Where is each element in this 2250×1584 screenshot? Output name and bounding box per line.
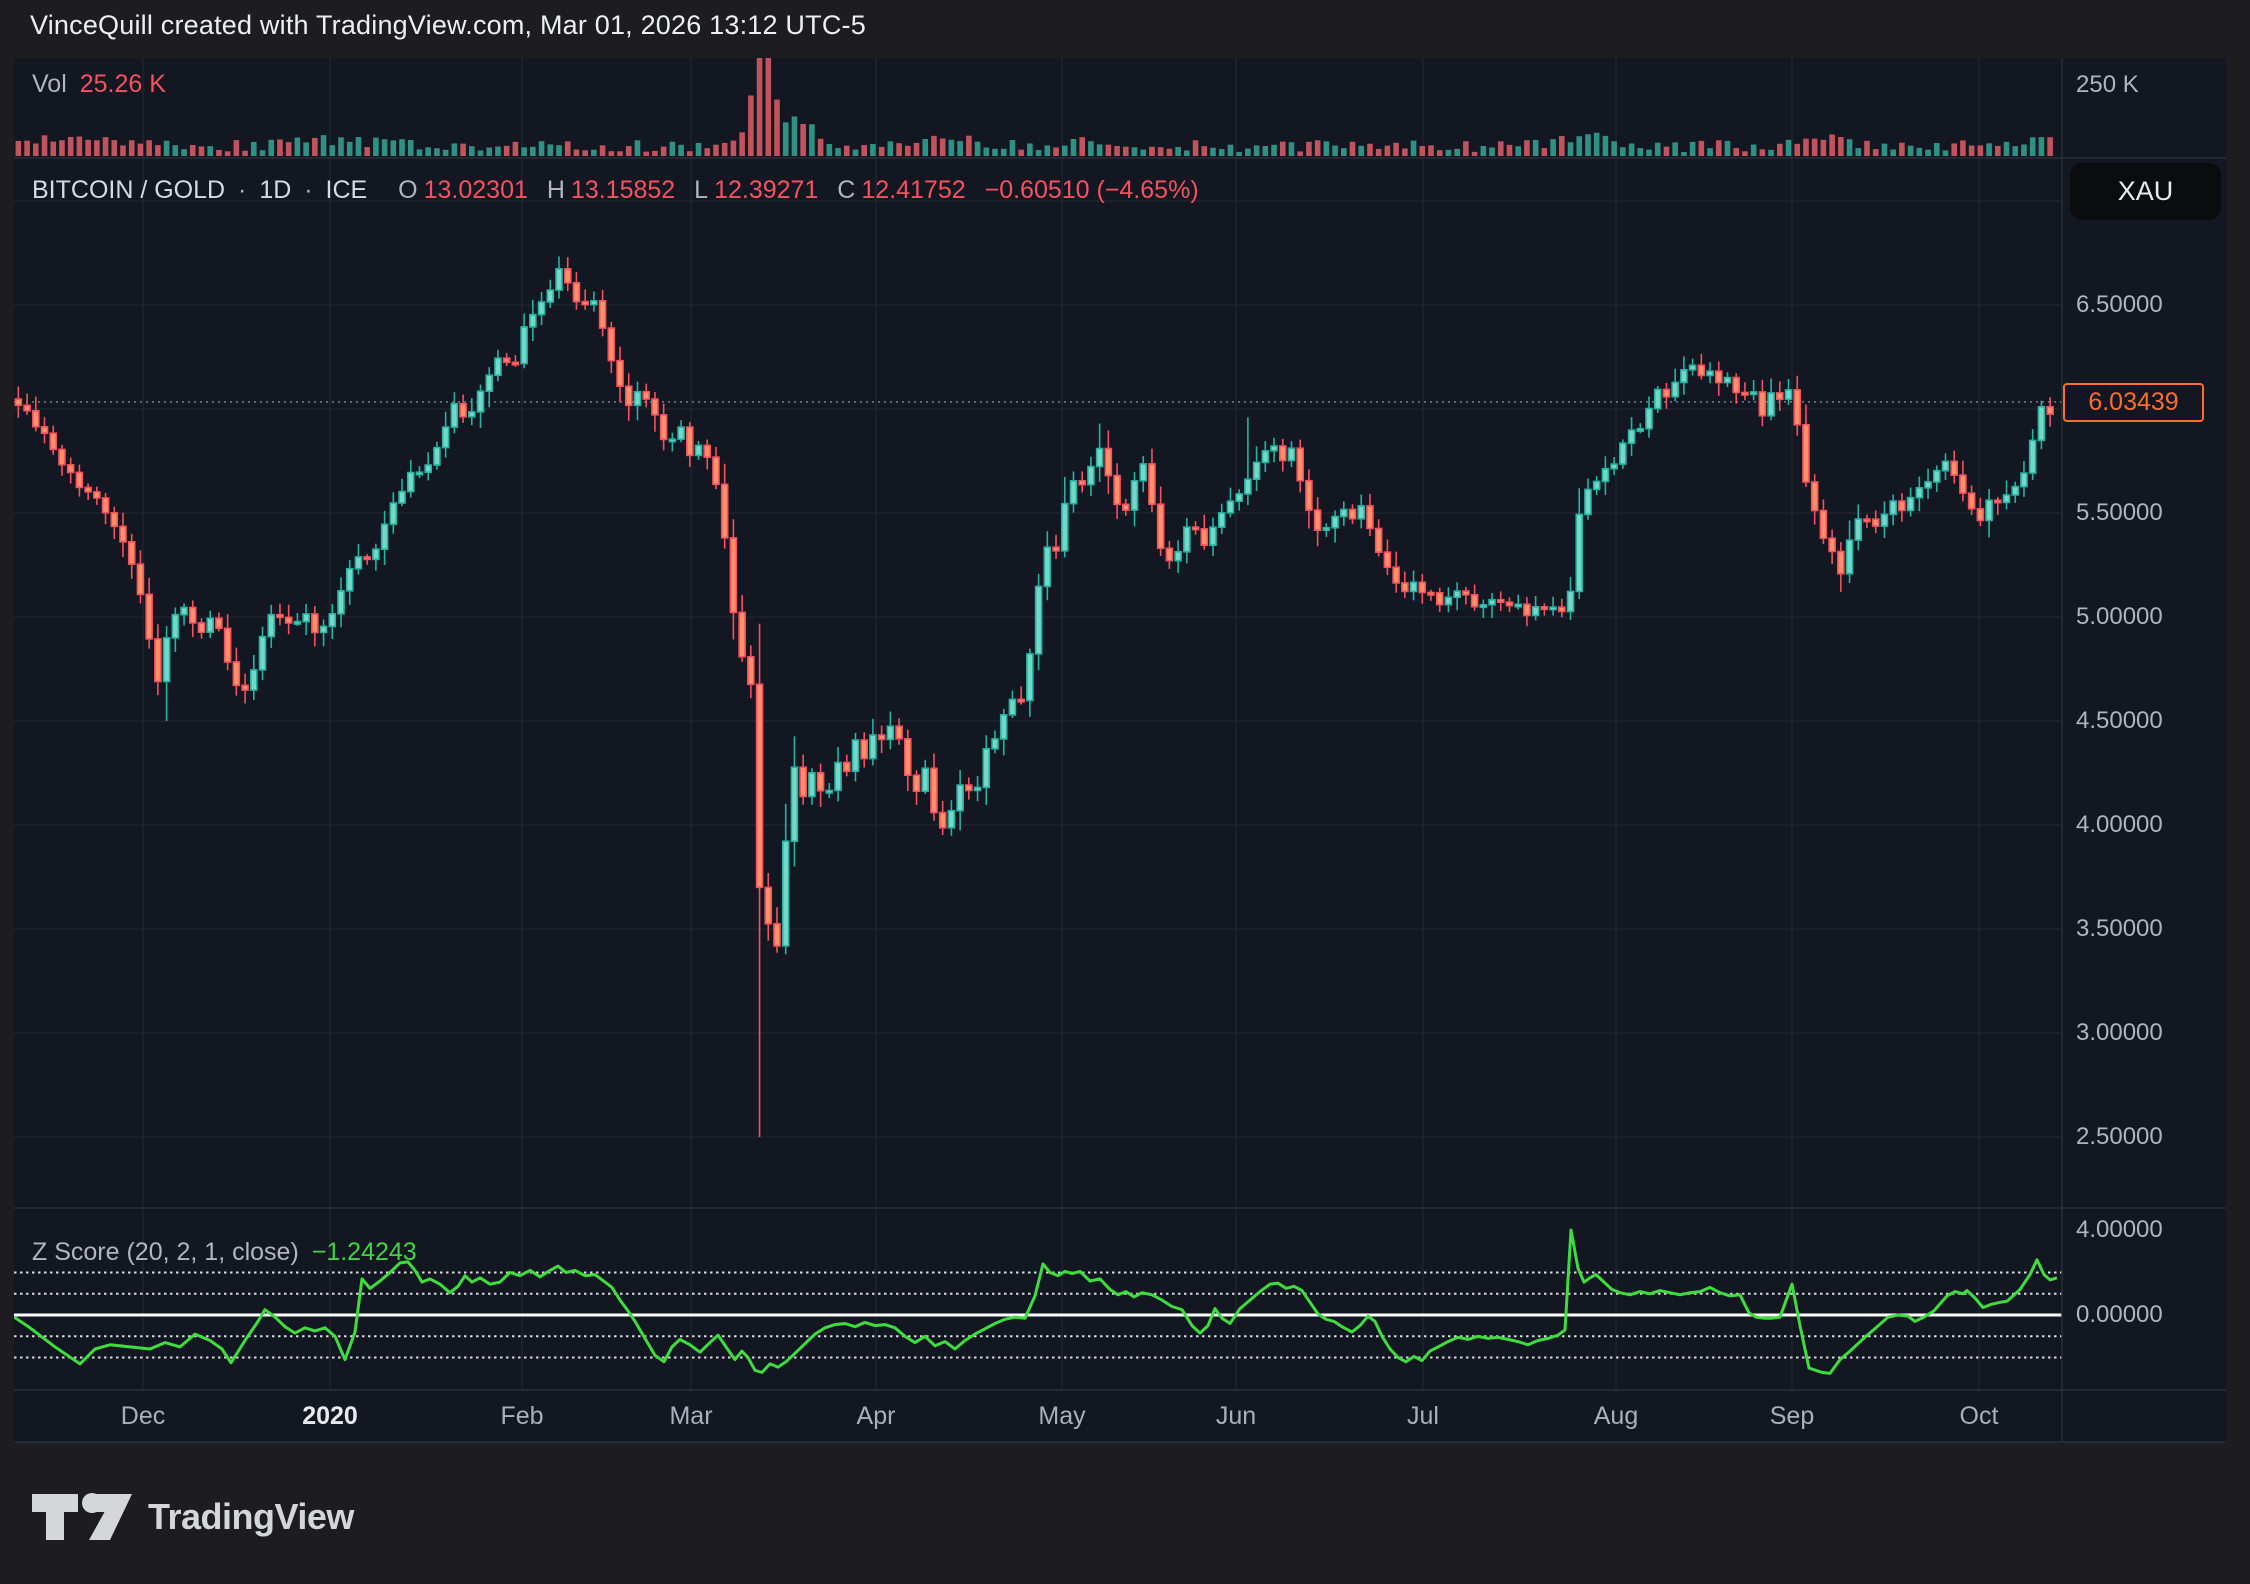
time-axis-tick-sep: Sep <box>1770 1402 1814 1431</box>
zscore-axis-tick: 0.00000 <box>2076 1301 2163 1329</box>
symbol-interval: 1D <box>259 176 291 204</box>
symbol-exchange: ICE <box>326 176 368 204</box>
volume-legend-label: Vol <box>32 70 67 98</box>
time-axis-tick-2020: 2020 <box>302 1402 358 1431</box>
tradingview-brand-text: TradingView <box>148 1496 354 1538</box>
volume-legend-value: 25.26 K <box>80 70 166 98</box>
price-axis-tick: 4.50000 <box>2076 707 2163 735</box>
legend-separator: · <box>238 176 246 204</box>
price-axis-tick: 3.00000 <box>2076 1019 2163 1047</box>
time-axis-tick-may: May <box>1038 1402 1085 1431</box>
tradingview-logo-icon <box>30 1486 134 1548</box>
time-axis-tick-jun: Jun <box>1216 1402 1256 1431</box>
low-value: 12.39271 <box>714 176 818 204</box>
open-label: O <box>398 176 417 204</box>
close-label: C <box>837 176 855 204</box>
time-axis-tick-feb: Feb <box>500 1402 543 1431</box>
symbol-name: BITCOIN / GOLD <box>32 176 225 204</box>
close-value: 12.41752 <box>861 176 965 204</box>
price-axis-tick: 2.50000 <box>2076 1123 2163 1151</box>
zscore-legend-label: Z Score (20, 2, 1, close) <box>32 1238 299 1266</box>
watermark-title: VinceQuill created with TradingView.com,… <box>30 10 866 41</box>
price-axis-tick: 5.50000 <box>2076 499 2163 527</box>
tradingview-branding[interactable]: TradingView <box>30 1486 354 1548</box>
price-axis-tick: 6.50000 <box>2076 291 2163 319</box>
currency-unit-button[interactable]: XAU <box>2070 163 2221 220</box>
zscore-axis-tick: 4.00000 <box>2076 1216 2163 1244</box>
time-axis-tick-mar: Mar <box>669 1402 712 1431</box>
time-axis-tick-aug: Aug <box>1594 1402 1638 1431</box>
low-label: L <box>694 176 708 204</box>
zscore-legend-value: −1.24243 <box>312 1238 417 1266</box>
high-value: 13.15852 <box>571 176 675 204</box>
legend-separator: · <box>304 176 312 204</box>
high-label: H <box>547 176 565 204</box>
price-axis-tick: 5.00000 <box>2076 603 2163 631</box>
volume-axis-tick: 250 K <box>2076 71 2139 99</box>
symbol-legend: BITCOIN / GOLD · 1D · ICE O13.02301 H13.… <box>32 176 1205 205</box>
price-axis-tick: 4.00000 <box>2076 811 2163 839</box>
chart-canvas[interactable] <box>0 0 2250 1584</box>
time-axis-tick-dec: Dec <box>121 1402 165 1431</box>
price-axis-tick: 3.50000 <box>2076 915 2163 943</box>
open-value: 13.02301 <box>424 176 528 204</box>
zscore-legend: Z Score (20, 2, 1, close) −1.24243 <box>32 1238 423 1267</box>
time-axis-tick-oct: Oct <box>1960 1402 1999 1431</box>
volume-legend: Vol 25.26 K <box>32 70 172 99</box>
time-axis-tick-jul: Jul <box>1407 1402 1439 1431</box>
time-axis-tick-apr: Apr <box>857 1402 896 1431</box>
change-value: −0.60510 (−4.65%) <box>985 176 1199 204</box>
current-price-label: 6.03439 <box>2063 383 2204 422</box>
